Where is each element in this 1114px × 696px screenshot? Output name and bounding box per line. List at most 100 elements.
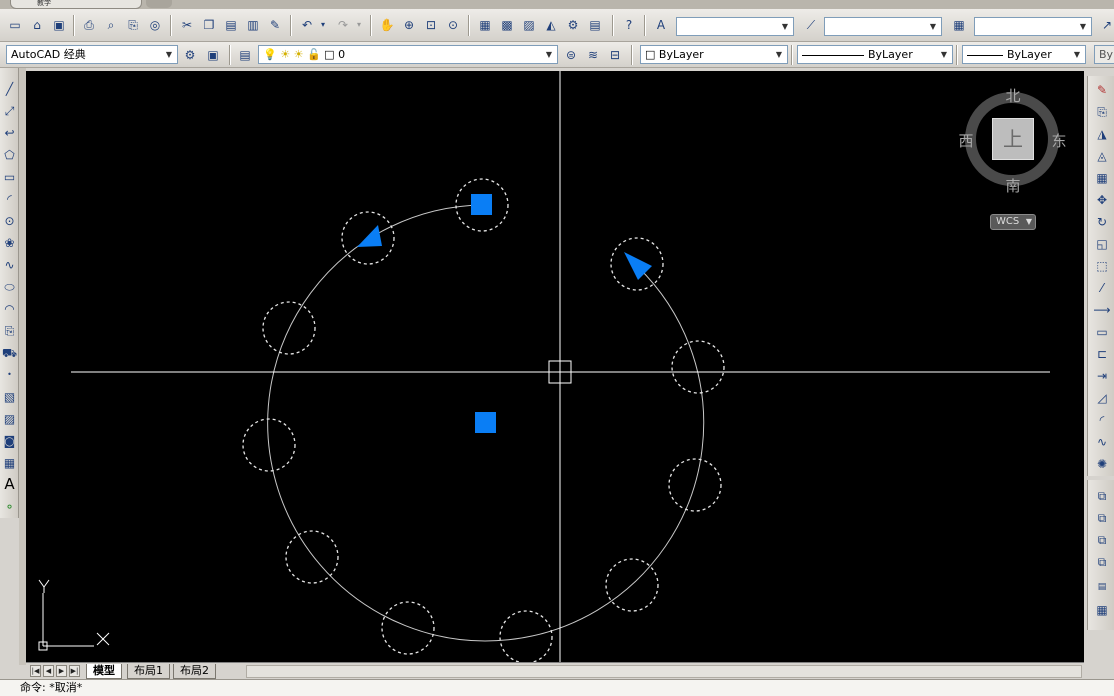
dim-style-combo[interactable]: ▼ <box>824 17 942 36</box>
dim-style-icon[interactable]: ⟋ <box>802 16 820 34</box>
rectangle-icon[interactable]: ▭ <box>1 168 18 185</box>
polyline-icon[interactable]: ↩ <box>1 124 18 141</box>
make-block-icon[interactable]: ⛟ <box>1 344 18 361</box>
trim-icon[interactable]: ⁄ <box>1092 278 1112 297</box>
tab-layout1[interactable]: 布局1 <box>127 664 170 679</box>
array-icon[interactable]: ▦ <box>1092 168 1112 187</box>
gradient-icon[interactable]: ▨ <box>1 410 18 427</box>
paste-icon[interactable]: ▤ <box>222 16 240 34</box>
erase-icon[interactable]: ✎ <box>1092 80 1112 99</box>
fillet-icon[interactable]: ◜ <box>1092 410 1112 429</box>
move-icon[interactable]: ✥ <box>1092 190 1112 209</box>
region-icon[interactable]: ◙ <box>1 432 18 449</box>
join-icon[interactable]: ⇥ <box>1092 366 1112 385</box>
wcs-menu[interactable]: WCS ▼ <box>990 214 1036 230</box>
undo-dropdown-icon[interactable]: ▾ <box>318 16 328 34</box>
table-style-icon[interactable]: ▦ <box>950 16 968 34</box>
new-file-icon[interactable]: ▭ <box>6 16 24 34</box>
break-at-point-icon[interactable]: ▭ <box>1092 322 1112 341</box>
bring-to-front-icon[interactable]: ⧉ <box>1092 486 1112 505</box>
compass-east[interactable]: 东 <box>1049 130 1069 151</box>
center-grip[interactable] <box>475 412 496 433</box>
break-icon[interactable]: ⊏ <box>1092 344 1112 363</box>
lineweight-combo[interactable]: ByLayer ▼ <box>962 45 1086 64</box>
text-front-icon[interactable]: ▤ <box>1092 578 1112 597</box>
redo-icon[interactable]: ↷ <box>334 16 352 34</box>
workspace-settings-icon[interactable]: ⚙ <box>181 46 199 64</box>
blend-curves-icon[interactable]: ∿ <box>1092 432 1112 451</box>
last-tab-icon[interactable]: ▶| <box>69 665 80 677</box>
multiline-text-icon[interactable]: A <box>1 476 18 493</box>
length-grip-arrow[interactable] <box>357 225 382 247</box>
open-folder-icon[interactable]: ⌂ <box>28 16 46 34</box>
insert-block-icon[interactable]: ⎘ <box>1 322 18 339</box>
layer-manager-icon[interactable]: ▤ <box>236 46 254 64</box>
table-style-combo[interactable]: ▼ <box>974 17 1092 36</box>
cut-icon[interactable]: ✂ <box>178 16 196 34</box>
tool-palettes-icon[interactable]: ▨ <box>520 16 538 34</box>
compass-north[interactable]: 北 <box>1003 85 1023 106</box>
properties-icon[interactable]: ▦ <box>476 16 494 34</box>
drawing-area[interactable]: 上 北 南 东 西 WCS ▼ <box>26 71 1084 662</box>
copy-icon[interactable]: ❐ <box>200 16 218 34</box>
color-combo[interactable]: □ ByLayer ▼ <box>640 45 788 64</box>
workspace-save-icon[interactable]: ▣ <box>204 46 222 64</box>
undo-icon[interactable]: ↶ <box>298 16 316 34</box>
text-style-icon[interactable]: A <box>652 16 670 34</box>
zoom-realtime-icon[interactable]: ⊕ <box>400 16 418 34</box>
redo-dropdown-icon[interactable]: ▾ <box>354 16 364 34</box>
start-grip[interactable] <box>471 194 492 215</box>
sheet-set-icon[interactable]: ◭ <box>542 16 560 34</box>
send-to-back-icon[interactable]: ⧉ <box>1092 508 1112 527</box>
next-tab-icon[interactable]: ▶ <box>56 665 67 677</box>
save-icon[interactable]: ▣ <box>50 16 68 34</box>
explode-icon[interactable]: ✺ <box>1092 454 1112 473</box>
tab-layout2[interactable]: 布局2 <box>173 664 216 679</box>
hatch-back-icon[interactable]: ▦ <box>1092 600 1112 619</box>
new-document-tab[interactable] <box>146 0 172 8</box>
polygon-icon[interactable]: ⬠ <box>1 146 18 163</box>
tab-model[interactable]: 模型 <box>86 664 122 679</box>
publish-icon[interactable]: ⎘ <box>124 16 142 34</box>
ellipse-icon[interactable]: ⬭ <box>1 278 18 295</box>
revision-cloud-icon[interactable]: ❀ <box>1 234 18 251</box>
zoom-window-icon[interactable]: ⊡ <box>422 16 440 34</box>
viewcube[interactable]: 上 北 南 东 西 <box>958 87 1066 195</box>
print-icon[interactable]: ⎙ <box>80 16 98 34</box>
spline-icon[interactable]: ∿ <box>1 256 18 273</box>
command-line[interactable]: 命令: *取消* <box>0 679 1114 696</box>
zoom-previous-icon[interactable]: ⊙ <box>444 16 462 34</box>
3d-dwf-icon[interactable]: ◎ <box>146 16 164 34</box>
first-tab-icon[interactable]: |◀ <box>30 665 41 677</box>
horizontal-scrollbar[interactable] <box>246 665 1082 678</box>
paste-special-icon[interactable]: ▥ <box>244 16 262 34</box>
hatch-icon[interactable]: ▧ <box>1 388 18 405</box>
calculator-icon[interactable]: ▤ <box>586 16 604 34</box>
match-properties-icon[interactable]: ✎ <box>266 16 284 34</box>
layer-previous-icon[interactable]: ≋ <box>584 46 602 64</box>
copy-object-icon[interactable]: ⎘ <box>1092 102 1112 121</box>
extend-icon[interactable]: ⟶ <box>1092 300 1112 319</box>
prev-tab-icon[interactable]: ◀ <box>43 665 54 677</box>
scale-icon[interactable]: ◱ <box>1092 234 1112 253</box>
multileader-style-icon[interactable]: ↗ <box>1098 16 1114 34</box>
arc-icon[interactable]: ◜ <box>1 190 18 207</box>
construction-line-icon[interactable]: ⤢ <box>1 102 18 119</box>
layer-combo[interactable]: 💡 ☀ ☀ 🔓 □ 0 ▼ <box>258 45 558 64</box>
chamfer-icon[interactable]: ◿ <box>1092 388 1112 407</box>
mirror-icon[interactable]: ◮ <box>1092 124 1112 143</box>
markup-icon[interactable]: ⚙ <box>564 16 582 34</box>
viewcube-top-face[interactable]: 上 <box>992 118 1034 160</box>
offset-icon[interactable]: ◬ <box>1092 146 1112 165</box>
table-icon[interactable]: ▦ <box>1 454 18 471</box>
pan-icon[interactable]: ✋ <box>378 16 396 34</box>
line-icon[interactable]: ╱ <box>1 80 18 97</box>
layer-state-icon[interactable]: ⊟ <box>606 46 624 64</box>
rotate-icon[interactable]: ↻ <box>1092 212 1112 231</box>
add-selected-icon[interactable]: ⚬ <box>1 498 18 515</box>
end-grip-arrow[interactable] <box>624 252 652 280</box>
ellipse-arc-icon[interactable]: ◠ <box>1 300 18 317</box>
print-preview-icon[interactable]: ⌕ <box>102 16 120 34</box>
design-center-icon[interactable]: ▩ <box>498 16 516 34</box>
make-current-layer-icon[interactable]: ⊜ <box>562 46 580 64</box>
